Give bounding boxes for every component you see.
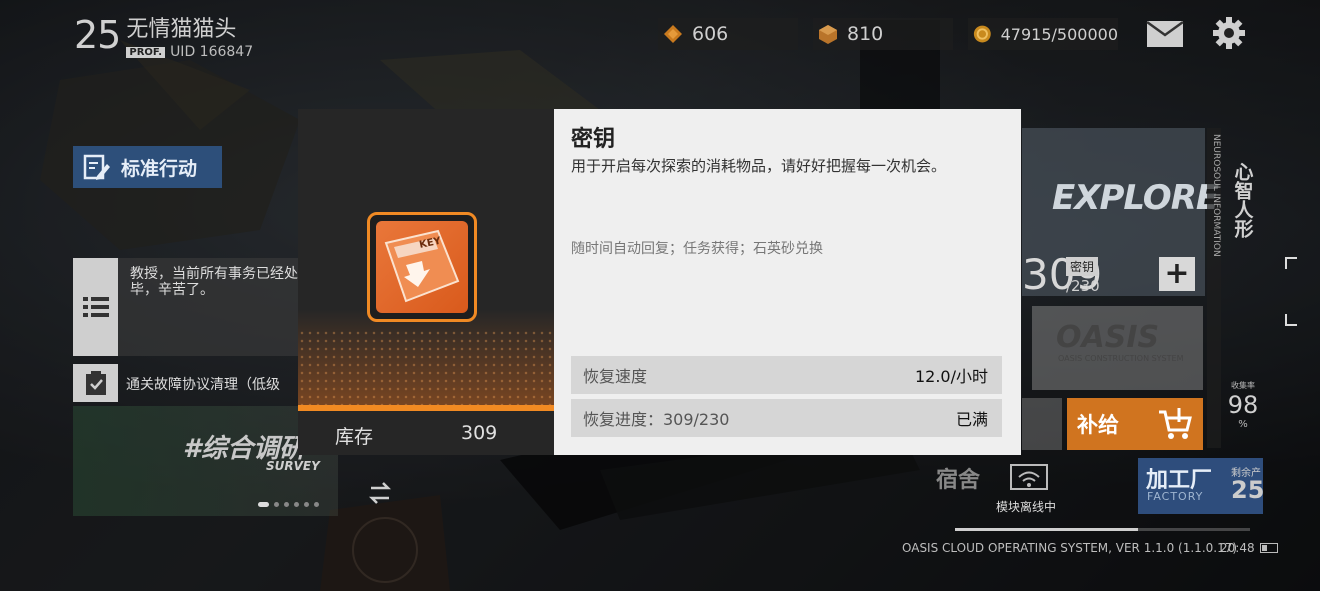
offline-icon bbox=[1010, 464, 1048, 490]
mind-doll-panel[interactable]: 心智人形 bbox=[1226, 130, 1260, 260]
mail-icon[interactable] bbox=[1146, 20, 1184, 48]
recovery-progress-row: 恢复进度：309/230 已满 bbox=[571, 399, 1002, 437]
collection-rate: 收集率 98 % bbox=[1226, 380, 1260, 430]
collection-rate-label: 收集率 bbox=[1231, 381, 1255, 390]
system-version: OASIS CLOUD OPERATING SYSTEM, VER 1.1.0 … bbox=[902, 541, 1238, 555]
banner-pagination[interactable] bbox=[258, 502, 319, 507]
recovery-progress-label: 恢复进度：309/230 bbox=[583, 410, 730, 429]
factory-panel[interactable]: 加工厂 FACTORY 剩余产 25 bbox=[1138, 458, 1265, 514]
item-card: KEY 库存 309 bbox=[298, 109, 554, 455]
battery-icon bbox=[1260, 543, 1278, 553]
player-uid: UID 166847 bbox=[170, 44, 254, 60]
layers-button[interactable] bbox=[1022, 398, 1062, 450]
item-icon-frame: KEY bbox=[367, 212, 477, 322]
item-description: 用于开启每次探索的消耗物品，请好好把握每一次机会。 bbox=[571, 157, 947, 175]
corner-bracket-bottom bbox=[1285, 314, 1297, 326]
key-max: /230 bbox=[1066, 277, 1100, 295]
recovery-speed-value: 12.0/小时 bbox=[914, 367, 988, 386]
edit-doc-icon bbox=[83, 154, 110, 180]
recovery-progress-value: 已满 bbox=[955, 410, 988, 429]
resource-gem-value: 606 bbox=[692, 23, 729, 45]
collection-rate-value: 98 bbox=[1227, 391, 1259, 419]
oasis-panel[interactable]: OASIS OASIS CONSTRUCTION SYSTEM bbox=[1032, 306, 1203, 390]
supply-label: 补给 bbox=[1077, 413, 1119, 437]
mind-doll-label: 心智人形 bbox=[1231, 162, 1254, 238]
clipboard-check-icon bbox=[86, 371, 106, 395]
supply-button[interactable]: 补给 bbox=[1067, 398, 1203, 450]
explore-label: EXPLORE bbox=[1052, 178, 1219, 218]
item-card-accent bbox=[298, 405, 554, 411]
resource-coin-value: 47915/500000 bbox=[1000, 24, 1118, 44]
task-text: 通关故障协议清理（低级 bbox=[126, 377, 280, 393]
survey-subtitle: SURVEY bbox=[266, 459, 320, 473]
cart-icon bbox=[1159, 408, 1192, 439]
resource-gem[interactable]: 606 bbox=[658, 18, 798, 50]
recovery-speed-label: 恢复速度 bbox=[583, 367, 648, 386]
clock: 20:48 bbox=[1220, 541, 1255, 555]
item-name: 密钥 bbox=[571, 127, 616, 152]
player-name: 无情猫猫头 bbox=[126, 17, 237, 42]
notice-panel[interactable]: 教授，当前所有事务已经处理完毕，辛苦了。 bbox=[73, 258, 333, 356]
player-info[interactable]: 25 无情猫猫头 PROF. UID 166847 bbox=[74, 12, 253, 60]
factory-remaining-value: 25 bbox=[1231, 476, 1265, 504]
oasis-logo-text: OASIS bbox=[1056, 320, 1160, 355]
recovery-speed-row: 恢复速度 12.0/小时 bbox=[571, 356, 1002, 394]
item-detail-panel: 密钥 用于开启每次探索的消耗物品，请好好把握每一次机会。 随时间自动回复；任务获… bbox=[554, 109, 1021, 455]
add-key-button[interactable]: + bbox=[1159, 257, 1195, 291]
player-level: 25 bbox=[74, 13, 121, 57]
standard-action-button[interactable]: 标准行动 bbox=[73, 146, 222, 188]
stock-label: 库存 bbox=[335, 426, 374, 448]
resource-coin[interactable]: 47915/500000 bbox=[968, 18, 1118, 50]
stock-value: 309 bbox=[461, 422, 498, 444]
neurosoul-info-strip: NEUROSOUL INFORMATION bbox=[1207, 128, 1221, 448]
key-card-icon: KEY bbox=[384, 229, 460, 303]
item-card-pattern bbox=[298, 329, 554, 409]
collection-rate-unit: % bbox=[1238, 419, 1248, 430]
resource-crate[interactable]: 810 bbox=[813, 18, 953, 50]
resource-crate-value: 810 bbox=[847, 23, 884, 45]
corner-bracket-top bbox=[1285, 257, 1297, 269]
oasis-subtitle: OASIS CONSTRUCTION SYSTEM bbox=[1058, 354, 1184, 363]
standard-action-label: 标准行动 bbox=[121, 157, 198, 180]
swap-icon[interactable] bbox=[367, 480, 393, 506]
list-icon bbox=[83, 297, 109, 317]
prof-badge: PROF. bbox=[126, 46, 166, 58]
dorm-panel[interactable]: 宿舍 模块离线中 bbox=[928, 458, 1128, 514]
system-progress-bar bbox=[955, 528, 1250, 531]
factory-en-label: FACTORY bbox=[1147, 490, 1204, 503]
item-source: 随时间自动回复；任务获得；石英砂兑换 bbox=[571, 241, 823, 257]
key-tag: 密钥 bbox=[1066, 257, 1099, 276]
coin-icon bbox=[973, 25, 991, 43]
dorm-label: 宿舍 bbox=[936, 468, 981, 493]
gem-icon bbox=[664, 25, 682, 43]
crate-icon bbox=[819, 25, 837, 44]
gear-icon[interactable] bbox=[1212, 16, 1246, 50]
dorm-status: 模块离线中 bbox=[996, 500, 1057, 514]
